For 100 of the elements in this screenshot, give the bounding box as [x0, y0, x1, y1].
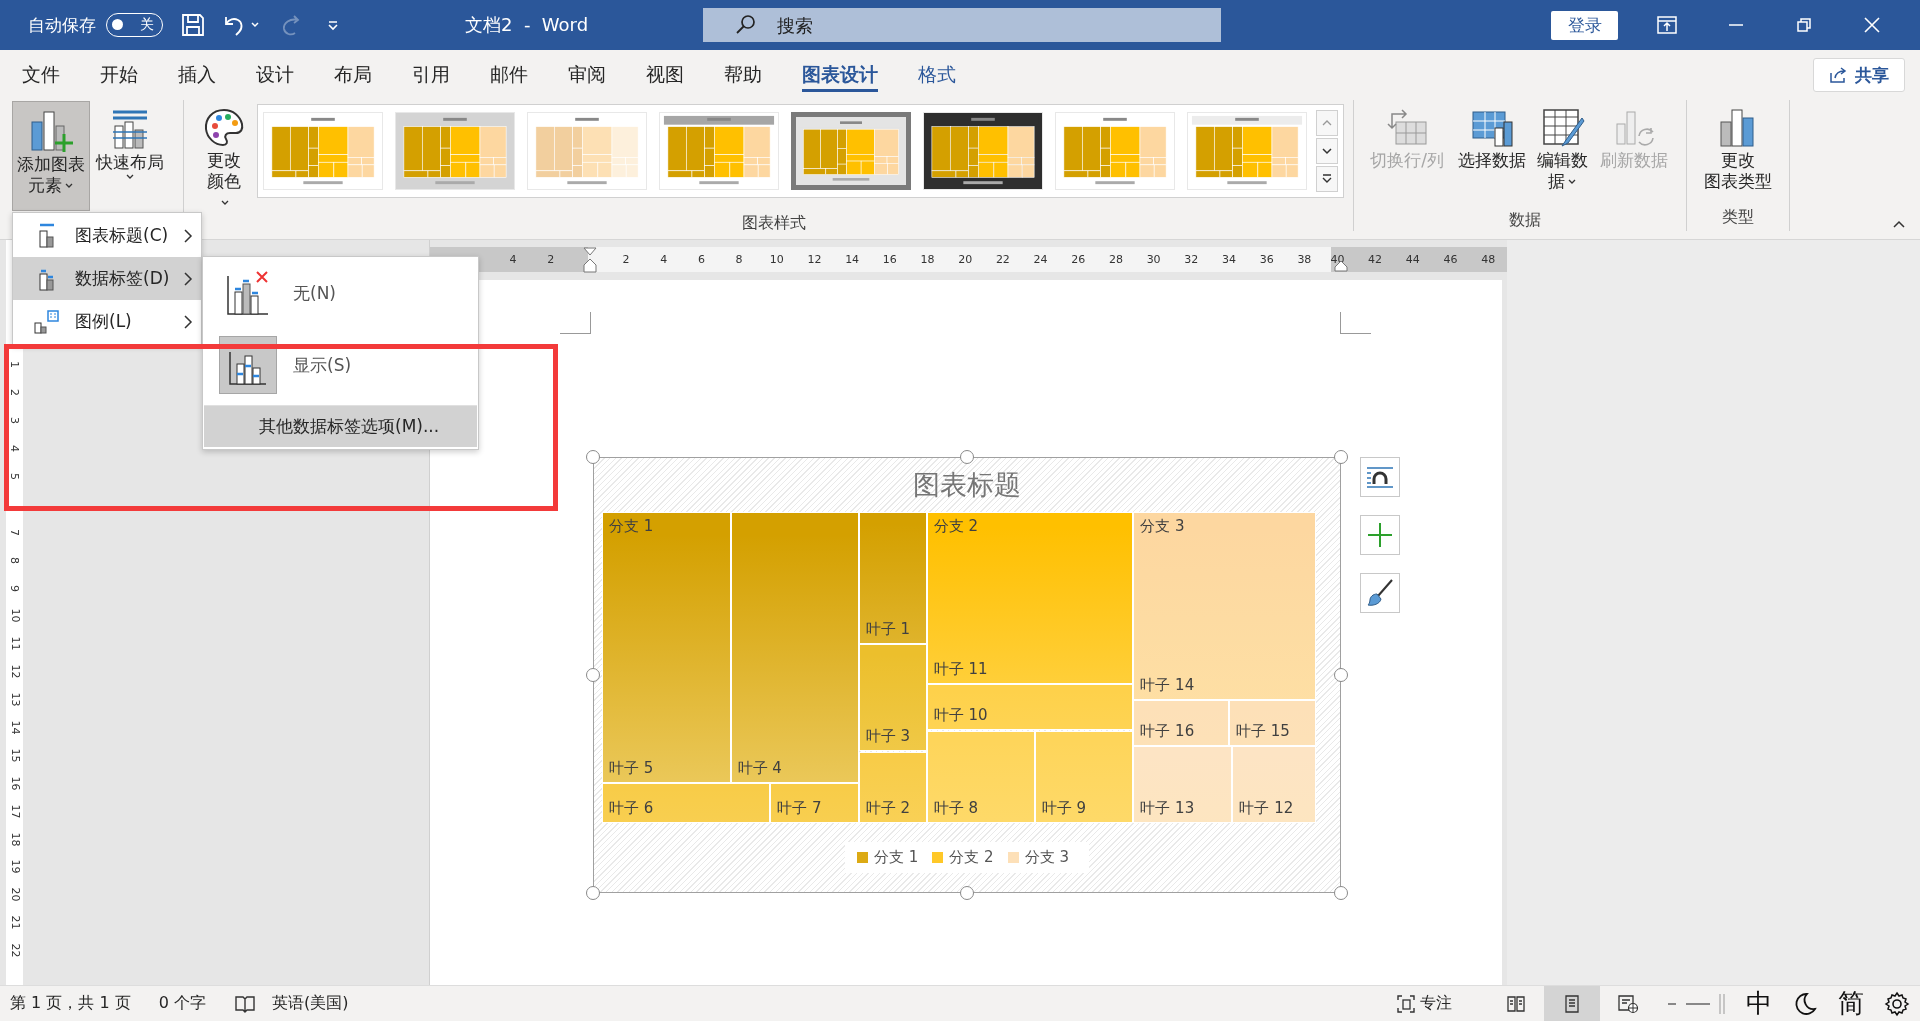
ribbon-tab[interactable]: 审阅 — [548, 50, 626, 100]
ruler-number: 15 — [8, 748, 21, 763]
plus-icon — [1366, 521, 1394, 549]
ruler-number: 12 — [8, 664, 21, 679]
ruler-number: 18 — [8, 832, 21, 847]
text-wrap-icon — [1365, 465, 1395, 489]
resize-handle[interactable] — [1334, 886, 1348, 900]
chart-area[interactable]: 图表标题 分支 1 叶子 5 叶子 4 叶子 6 叶子 7 叶子 1 叶子 3 叶子 2 分支 2 叶子 11 叶子 10 叶子 8 叶子 9 分支 3 叶子 14 叶子 16 叶子 15 叶子 13 叶子 12 分支 1 分支 2 分支 3 — [593, 457, 1341, 893]
menu-item[interactable]: 图例(L) — [13, 300, 201, 343]
ribbon-tab[interactable]: 文件 — [2, 50, 80, 100]
ribbon-display-icon[interactable] — [1656, 15, 1678, 35]
change-colors-button[interactable]: 更改颜色 — [194, 100, 254, 213]
tile-label: 叶子 13 — [1140, 799, 1195, 818]
group-label: 图表样式 — [740, 213, 807, 234]
ruler-number: 5 — [8, 473, 21, 480]
ruler-number: 18 — [919, 253, 936, 266]
ruler-number: 6 — [696, 253, 706, 266]
ruler-number: 42 — [1367, 253, 1384, 266]
ribbon-tab[interactable]: 帮助 — [704, 50, 782, 100]
ruler-number: 36 — [1258, 253, 1275, 266]
input-mode-toggle[interactable]: 中 — [1746, 986, 1772, 1021]
ruler-number: 16 — [8, 776, 21, 791]
ruler-number: 2 — [546, 253, 556, 266]
ruler-number: 19 — [8, 859, 21, 874]
ruler-number: 24 — [1032, 253, 1049, 266]
ribbon-tab[interactable]: 格式 — [898, 50, 976, 100]
search-icon — [735, 14, 757, 36]
menu-item[interactable]: 显示(S) — [203, 329, 478, 401]
tile-label: 叶子 11 — [933, 660, 988, 679]
resize-handle[interactable] — [1334, 668, 1348, 682]
change-chart-type-button[interactable]: 更改 图表类型 — [1687, 100, 1788, 192]
share-button[interactable]: 共享 — [1813, 58, 1905, 92]
close-icon[interactable] — [1862, 15, 1882, 35]
grip-icon[interactable] — [1718, 991, 1726, 1016]
chevron-right-icon — [183, 227, 193, 244]
ruler-number: 8 — [734, 253, 744, 266]
search-field[interactable]: 搜索 — [703, 8, 1221, 42]
chart-title: 图表标题 — [912, 468, 1022, 502]
tile-label: 叶子 4 — [737, 759, 782, 778]
layout-options-button[interactable] — [1360, 457, 1400, 497]
edit-data-button[interactable]: 编辑数据 — [1534, 100, 1592, 210]
tile-label: 叶子 6 — [609, 799, 654, 818]
ruler-number: 28 — [1107, 253, 1124, 266]
corner-mark — [560, 312, 591, 334]
word-count[interactable]: 0 个字 — [158, 993, 206, 1014]
indent-marker[interactable] — [583, 247, 597, 273]
caret-icon[interactable] — [250, 20, 260, 30]
ruler-number: 34 — [1221, 253, 1237, 266]
ruler-number: 4 — [659, 253, 669, 266]
ribbon-tab[interactable]: 视图 — [626, 50, 704, 100]
legend-icon — [33, 308, 61, 335]
menu-item[interactable]: 无(N) — [203, 257, 478, 329]
chart-styles-button[interactable] — [1360, 573, 1400, 613]
chevron-up-icon — [1321, 119, 1333, 127]
resize-handle[interactable] — [960, 450, 974, 464]
branch-label: 分支 2 — [933, 517, 979, 536]
tile-label: 叶子 16 — [1140, 722, 1195, 742]
ribbon-tab[interactable]: 布局 — [314, 50, 392, 100]
resize-handle[interactable] — [586, 450, 600, 464]
resize-handle[interactable] — [586, 886, 600, 900]
menu-item[interactable]: 数据标签(D) — [13, 257, 201, 300]
ribbon-tab[interactable]: 开始 — [80, 50, 158, 100]
proofing-icon[interactable] — [233, 993, 256, 1014]
tile-label: 叶子 10 — [933, 706, 988, 726]
gallery-more-button[interactable] — [1316, 166, 1338, 192]
resize-handle[interactable] — [960, 886, 974, 900]
login-button[interactable]: 登录 — [1551, 10, 1618, 40]
script-toggle[interactable]: 简 — [1838, 986, 1864, 1021]
add-chart-element-button[interactable]: 添加图表元素 — [12, 101, 90, 211]
chart-elements-button[interactable] — [1360, 515, 1400, 555]
quick-layout-button[interactable]: 快速布局 — [90, 100, 170, 181]
ruler-number: 46 — [1442, 253, 1459, 266]
ribbon-tab[interactable]: 插入 — [158, 50, 236, 100]
ruler-number: 38 — [1296, 253, 1313, 266]
ruler-number: 2 — [621, 253, 631, 266]
settings-icon[interactable] — [1884, 990, 1910, 1017]
focus-button[interactable]: 专注 — [1396, 993, 1452, 1014]
collapse-ribbon-icon[interactable] — [1892, 219, 1906, 229]
ruler-number: 4 — [8, 445, 21, 453]
ribbon-tab[interactable]: 图表设计 — [782, 50, 898, 100]
gallery-down-button[interactable] — [1316, 138, 1338, 164]
page-count[interactable]: 第 1 页，共 1 页 — [10, 993, 131, 1014]
resize-handle[interactable] — [586, 668, 600, 682]
tile-label: 叶子 14 — [1140, 676, 1195, 696]
save-icon[interactable] — [180, 12, 206, 38]
ribbon-tab[interactable]: 设计 — [236, 50, 314, 100]
language-status[interactable]: 英语(美国) — [271, 993, 349, 1014]
ruler-number: 9 — [8, 584, 21, 592]
ribbon-tab[interactable]: 引用 — [392, 50, 470, 100]
select-data-button[interactable]: 选择数据 — [1450, 100, 1534, 210]
menu-item[interactable]: 图表标题(C) — [13, 214, 201, 257]
customize-icon[interactable] — [326, 18, 340, 32]
ruler-number: 30 — [1145, 253, 1162, 266]
group-label: 数据 — [1508, 210, 1542, 231]
caret-icon — [1567, 178, 1578, 186]
restore-icon[interactable] — [1794, 15, 1814, 35]
resize-handle[interactable] — [1334, 450, 1348, 464]
ribbon-tab[interactable]: 邮件 — [470, 50, 548, 100]
print-layout-button[interactable] — [1544, 986, 1600, 1021]
more-options-item[interactable]: 其他数据标签选项(M)... — [204, 405, 477, 447]
